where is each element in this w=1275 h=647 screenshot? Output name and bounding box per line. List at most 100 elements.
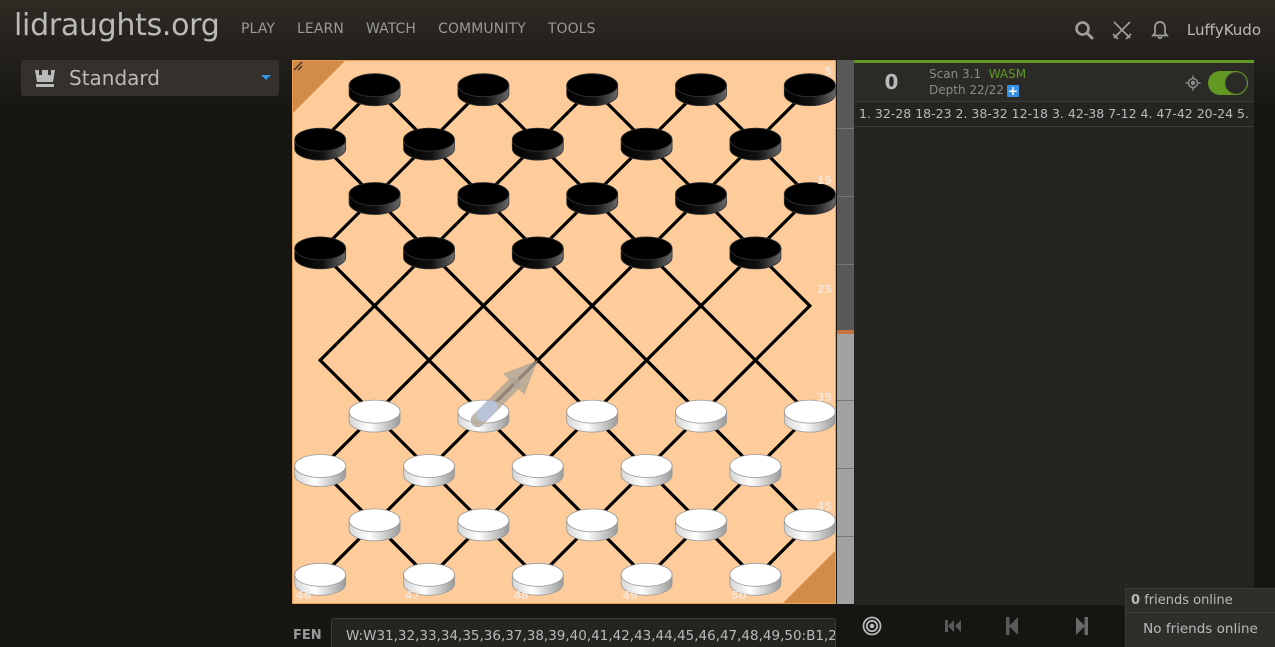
white-piece[interactable] bbox=[566, 508, 619, 542]
piece-top bbox=[511, 236, 564, 261]
board-coordinate: 25 bbox=[816, 282, 832, 296]
piece-top bbox=[348, 182, 401, 206]
search-icon bbox=[1075, 21, 1094, 40]
piece-top bbox=[675, 399, 727, 424]
white-piece[interactable] bbox=[566, 399, 619, 433]
white-piece[interactable] bbox=[457, 508, 510, 542]
black-piece[interactable] bbox=[675, 73, 727, 107]
white-piece[interactable] bbox=[403, 454, 455, 487]
piece-top bbox=[457, 508, 510, 533]
white-piece[interactable] bbox=[620, 454, 673, 487]
board-area: 5 15 25 35 45 46 47 48 49 50 bbox=[292, 60, 836, 604]
first-move-button[interactable] bbox=[938, 613, 968, 639]
piece-top bbox=[403, 127, 455, 152]
site-buttons: LuffyKudo bbox=[1065, 17, 1261, 43]
black-piece[interactable] bbox=[348, 73, 401, 107]
nav-watch[interactable]: WATCH bbox=[366, 21, 416, 37]
user-menu[interactable]: LuffyKudo bbox=[1187, 21, 1261, 39]
piece-top bbox=[729, 127, 782, 152]
black-piece[interactable] bbox=[403, 236, 455, 270]
piece-top bbox=[620, 454, 673, 478]
notifications-button[interactable] bbox=[1141, 17, 1179, 43]
black-piece[interactable] bbox=[729, 127, 782, 161]
principal-variation[interactable]: 1. 32-28 18-23 2. 38-32 12-18 3. 42-38 7… bbox=[854, 101, 1254, 127]
site-logo[interactable]: lidraughts.org bbox=[14, 8, 220, 43]
piece-top bbox=[294, 454, 347, 478]
piece-top bbox=[620, 127, 673, 152]
black-piece[interactable] bbox=[675, 182, 727, 215]
piece-top bbox=[403, 236, 455, 261]
friends-header[interactable]: 0 friends online bbox=[1126, 589, 1275, 613]
nav-learn[interactable]: LEARN bbox=[297, 21, 344, 37]
piece-top bbox=[403, 454, 455, 478]
nav-community[interactable]: COMMUNITY bbox=[438, 21, 526, 37]
piece-top bbox=[675, 73, 727, 98]
black-piece[interactable] bbox=[620, 236, 673, 270]
nav-play[interactable]: PLAY bbox=[241, 21, 275, 37]
gauge-tick bbox=[837, 468, 854, 469]
piece-top bbox=[729, 454, 782, 478]
black-piece[interactable] bbox=[511, 127, 564, 161]
top-nav: PLAY LEARN WATCH COMMUNITY TOOLS bbox=[241, 21, 618, 37]
prev-move-icon bbox=[1006, 617, 1018, 635]
black-piece[interactable] bbox=[566, 182, 619, 215]
black-piece[interactable] bbox=[348, 182, 401, 215]
engine-tech: WASM bbox=[988, 67, 1027, 81]
menu-button[interactable] bbox=[857, 613, 887, 639]
board-canvas bbox=[294, 73, 836, 596]
black-piece[interactable] bbox=[783, 182, 836, 215]
black-piece[interactable] bbox=[403, 127, 455, 161]
black-piece[interactable] bbox=[783, 73, 836, 107]
friends-count: 0 bbox=[1131, 593, 1141, 608]
white-piece[interactable] bbox=[675, 508, 727, 542]
black-piece[interactable] bbox=[566, 73, 619, 107]
white-piece[interactable] bbox=[783, 508, 836, 542]
piece-top bbox=[566, 182, 619, 206]
black-piece[interactable] bbox=[457, 182, 510, 215]
white-piece[interactable] bbox=[729, 454, 782, 487]
search-button[interactable] bbox=[1065, 17, 1103, 43]
fen-input[interactable]: W:W31,32,33,34,35,36,37,38,39,40,41,42,4… bbox=[331, 618, 836, 647]
nav-tools[interactable]: TOOLS bbox=[548, 21, 596, 37]
crosshair-icon[interactable] bbox=[1185, 75, 1201, 91]
increase-depth-button[interactable]: + bbox=[1006, 85, 1019, 97]
piece-top bbox=[294, 236, 347, 261]
resize-handle[interactable] bbox=[293, 61, 303, 71]
toggle-knob bbox=[1225, 72, 1247, 94]
engine-info: Scan 3.1 WASM Depth 22/22 + bbox=[929, 66, 1026, 98]
white-piece[interactable] bbox=[294, 454, 347, 487]
piece-top bbox=[348, 399, 401, 424]
piece-top bbox=[511, 127, 564, 152]
variant-label: Standard bbox=[69, 66, 160, 90]
challenge-button[interactable] bbox=[1103, 17, 1141, 43]
gauge-tick bbox=[837, 536, 854, 537]
piece-top bbox=[620, 562, 673, 587]
black-piece[interactable] bbox=[457, 73, 510, 107]
board-line bbox=[698, 303, 758, 363]
black-piece[interactable] bbox=[294, 127, 347, 161]
draughts-board[interactable]: 5 15 25 35 45 46 47 48 49 50 bbox=[292, 60, 836, 604]
white-piece[interactable] bbox=[348, 399, 401, 433]
friends-box[interactable]: 0 friends online No friends online bbox=[1125, 588, 1275, 647]
white-piece[interactable] bbox=[783, 399, 836, 433]
board-line bbox=[535, 303, 595, 363]
engine-toggle[interactable] bbox=[1208, 71, 1248, 95]
white-piece[interactable] bbox=[348, 508, 401, 542]
board-line bbox=[753, 303, 813, 363]
black-piece[interactable] bbox=[511, 236, 564, 270]
eval-gauge-zero-line bbox=[837, 330, 854, 334]
board-coordinate: 5 bbox=[824, 65, 832, 78]
black-piece[interactable] bbox=[729, 236, 782, 270]
next-move-button[interactable] bbox=[1067, 613, 1097, 639]
black-piece[interactable] bbox=[294, 236, 347, 270]
white-piece[interactable] bbox=[675, 399, 727, 433]
gauge-tick bbox=[837, 400, 854, 401]
variant-selector[interactable]: Standard bbox=[21, 60, 279, 96]
black-piece[interactable] bbox=[620, 127, 673, 161]
white-piece[interactable] bbox=[511, 454, 564, 487]
eval-score: 0 bbox=[884, 70, 899, 94]
board-coordinate: 35 bbox=[816, 391, 832, 405]
piece-top bbox=[294, 562, 347, 587]
piece-top bbox=[675, 508, 727, 533]
prev-move-button[interactable] bbox=[997, 613, 1027, 639]
